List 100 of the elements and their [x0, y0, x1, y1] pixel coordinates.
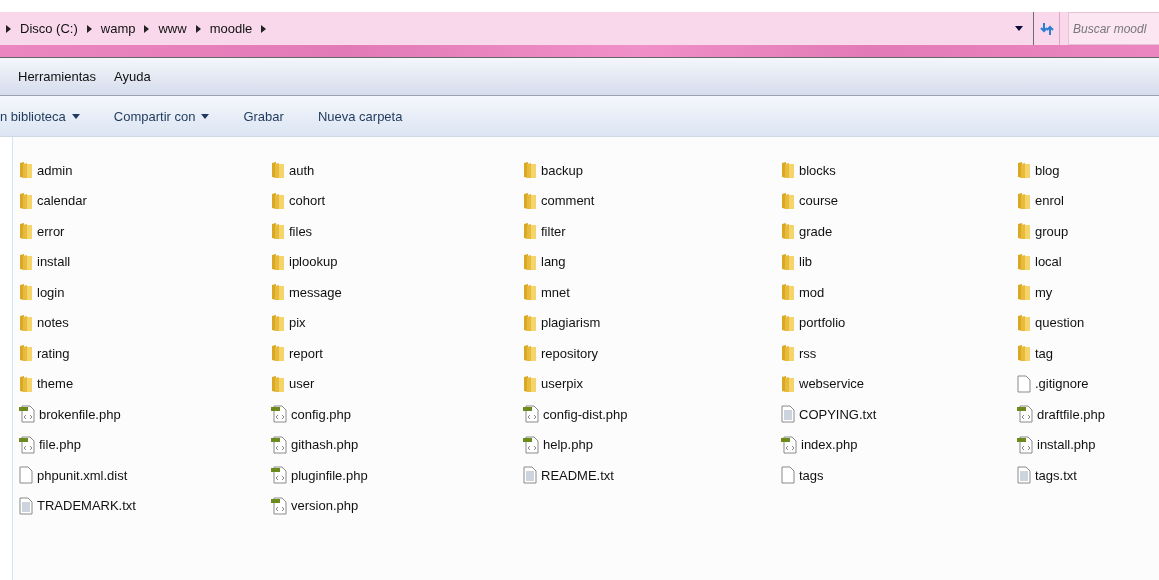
php-file-icon [19, 435, 35, 454]
file-name[interactable]: portfolio [799, 315, 846, 331]
menu-item[interactable]: Ayuda [114, 69, 151, 84]
file-name[interactable]: plagiarism [541, 315, 601, 331]
file-name[interactable]: TRADEMARK.txt [37, 498, 136, 514]
file-name[interactable]: course [799, 193, 839, 209]
menu-item[interactable]: Herramientas [18, 69, 97, 84]
folder-icon [271, 222, 285, 241]
folder-icon [781, 252, 795, 271]
folder-icon [1017, 313, 1031, 332]
folder-icon [271, 161, 285, 180]
toolbar-button[interactable]: Nueva carpeta [317, 108, 403, 124]
toolbar-button[interactable]: Grabar [243, 108, 284, 124]
folder-icon [19, 374, 33, 393]
php-file-icon [271, 405, 287, 424]
folder-icon [523, 344, 537, 363]
file-name[interactable]: .gitignore [1035, 376, 1089, 392]
php-file-icon [523, 405, 539, 424]
file-name[interactable]: enrol [1035, 193, 1064, 209]
folder-icon [523, 191, 537, 210]
file-name[interactable]: filter [541, 223, 566, 239]
file-name[interactable]: iplookup [289, 254, 338, 270]
file-name[interactable]: rss [799, 345, 817, 361]
file-name[interactable]: blocks [799, 162, 836, 178]
file-name[interactable]: group [1035, 223, 1069, 239]
file-name[interactable]: calendar [37, 193, 87, 209]
file-name[interactable]: userpix [541, 376, 583, 392]
file-name[interactable]: COPYING.txt [799, 406, 877, 422]
refresh-icon [1039, 21, 1054, 36]
folder-icon [1017, 161, 1031, 180]
file-name[interactable]: webservice [799, 376, 865, 392]
chevron-icon [6, 24, 11, 33]
breadcrumb[interactable]: www [158, 21, 187, 36]
file-name[interactable]: admin [37, 162, 73, 178]
file-name[interactable]: phpunit.xml.dist [37, 467, 128, 483]
breadcrumb[interactable]: Disco (C:) [20, 21, 78, 36]
folder-icon [19, 313, 33, 332]
file-name[interactable]: comment [541, 193, 595, 209]
folder-icon [19, 344, 33, 363]
breadcrumb[interactable]: moodle [209, 21, 253, 36]
toolbar-button[interactable]: Compartir con [113, 108, 210, 124]
php-file-icon [1017, 405, 1033, 424]
file-name[interactable]: backup [541, 162, 583, 178]
file-name[interactable]: install.php [1037, 437, 1096, 453]
file-name[interactable]: README.txt [541, 467, 614, 483]
file-name[interactable]: blog [1035, 162, 1060, 178]
php-file-icon [523, 435, 539, 454]
folder-icon [523, 313, 537, 332]
file-name[interactable]: files [289, 223, 313, 239]
file-name[interactable]: report [289, 345, 323, 361]
toolbar-button[interactable]: n biblioteca [0, 108, 80, 124]
php-file-icon [1017, 435, 1033, 454]
folder-icon [781, 374, 795, 393]
file-name[interactable]: tags.txt [1035, 467, 1077, 483]
caret-icon [71, 113, 80, 119]
chevron-icon [261, 24, 267, 33]
file-name[interactable]: notes [37, 315, 69, 331]
file-name[interactable]: help.php [543, 437, 593, 453]
folder-icon [271, 252, 285, 271]
file-name[interactable]: config.php [291, 406, 351, 422]
file-name[interactable]: grade [799, 223, 833, 239]
text-file-icon [523, 466, 537, 485]
folder-icon [19, 191, 33, 210]
file-name[interactable]: lib [799, 254, 812, 270]
file-name[interactable]: config-dist.php [543, 406, 628, 422]
file-name[interactable]: draftfile.php [1037, 406, 1105, 422]
file-name[interactable]: mod [799, 284, 825, 300]
file-name[interactable]: local [1035, 254, 1062, 270]
file-name[interactable]: tags [799, 467, 824, 483]
folder-icon [271, 374, 285, 393]
file-name[interactable]: auth [289, 162, 315, 178]
file-name[interactable]: question [1035, 315, 1085, 331]
folder-icon [19, 252, 33, 271]
folder-icon [781, 344, 795, 363]
file-name[interactable]: file.php [39, 437, 81, 453]
file-name[interactable]: brokenfile.php [39, 406, 121, 422]
php-file-icon [271, 496, 287, 515]
file-name[interactable]: mnet [541, 284, 570, 300]
search-field[interactable]: Buscar moodl [1068, 12, 1159, 45]
file-name[interactable]: pix [289, 315, 306, 331]
file-name[interactable]: my [1035, 284, 1053, 300]
file-name[interactable]: cohort [289, 193, 326, 209]
breadcrumb[interactable]: wamp [100, 21, 136, 36]
file-name[interactable]: repository [541, 345, 599, 361]
file-name[interactable]: message [289, 284, 342, 300]
folder-icon [271, 283, 285, 302]
file-name[interactable]: tag [1035, 345, 1054, 361]
file-name[interactable]: version.php [291, 498, 359, 514]
file-name[interactable]: theme [37, 376, 74, 392]
file-name[interactable]: pluginfile.php [291, 467, 368, 483]
file-name[interactable]: githash.php [291, 437, 359, 453]
file-name[interactable]: rating [37, 345, 70, 361]
file-name[interactable]: lang [541, 254, 566, 270]
file-name[interactable]: install [37, 254, 71, 270]
file-name[interactable]: user [289, 376, 315, 392]
file-name[interactable]: login [37, 284, 65, 300]
file-name[interactable]: error [37, 223, 65, 239]
folder-icon [271, 191, 285, 210]
file-name[interactable]: index.php [801, 437, 858, 453]
text-file-icon [781, 405, 795, 424]
